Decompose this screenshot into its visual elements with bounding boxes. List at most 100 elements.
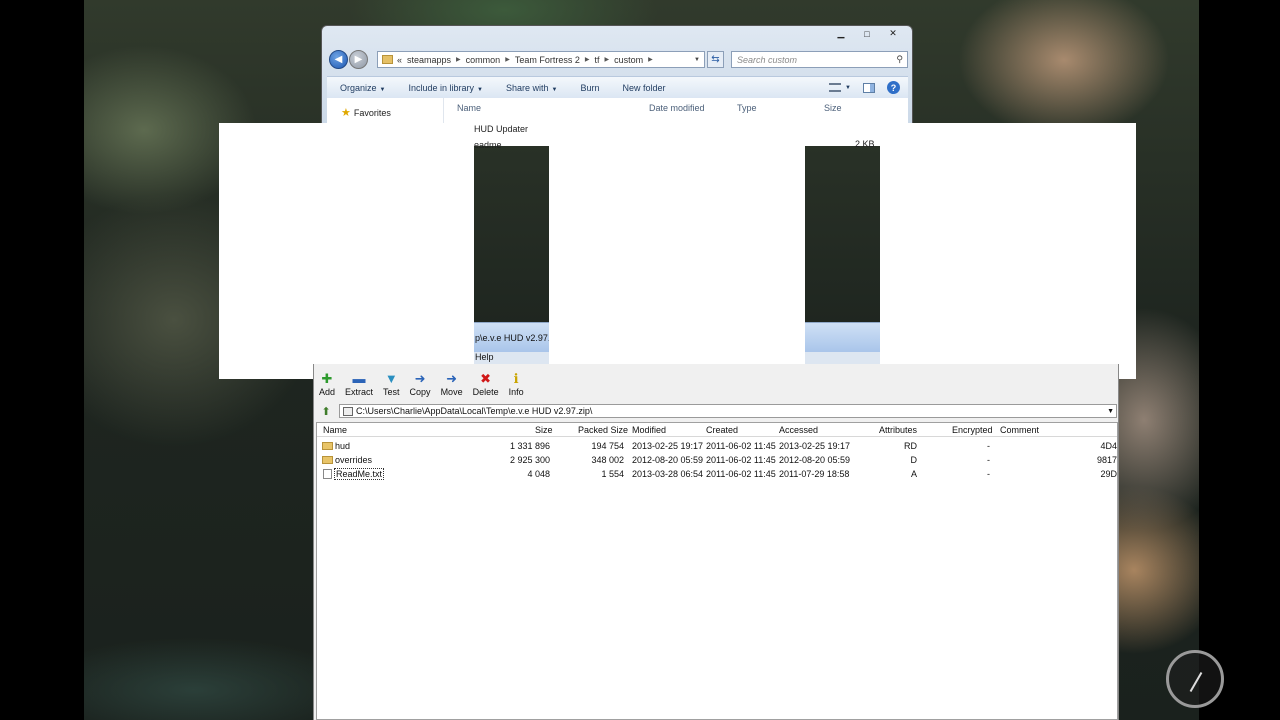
row-crc: 29D	[1100, 469, 1117, 479]
chevron-down-icon[interactable]: ▼	[845, 85, 851, 91]
chevron-right-icon[interactable]: ▶	[585, 56, 590, 63]
move-label: Move	[440, 387, 463, 397]
row-modified: 2013-03-28 06:54	[632, 469, 704, 479]
menu-help[interactable]: Help	[475, 352, 494, 362]
path-input[interactable]: C:\Users\Charlie\AppData\Local\Temp\e.v.…	[339, 404, 1117, 418]
column-created[interactable]: Created	[706, 425, 738, 435]
breadcrumb-steamapps[interactable]: steamapps	[407, 55, 451, 65]
move-button[interactable]: ➜ Move	[436, 364, 468, 398]
zip-menu-bar: Help	[474, 352, 550, 364]
breadcrumb-team-fortress-2[interactable]: Team Fortress 2	[515, 55, 580, 65]
row-created: 2011-06-02 11:45	[706, 441, 776, 451]
test-label: Test	[383, 387, 400, 397]
chevron-right-icon[interactable]: ▶	[505, 56, 510, 63]
include-in-library-button[interactable]: Include in library ▼	[408, 83, 482, 93]
row-size: 2 925 300	[509, 455, 550, 465]
close-button[interactable]: ✕	[880, 26, 906, 41]
search-icon[interactable]: ⚲	[896, 54, 903, 65]
column-type[interactable]: Type	[737, 103, 757, 113]
share-with-button[interactable]: Share with ▼	[506, 83, 557, 93]
archive-icon	[343, 406, 353, 416]
column-name[interactable]: Name	[323, 425, 347, 435]
row-encrypted: -	[987, 455, 990, 465]
file-readme-size: 2 KB	[855, 139, 875, 149]
column-modified[interactable]: Modified	[632, 425, 666, 435]
row-crc: 9817	[1096, 455, 1117, 465]
column-date-modified[interactable]: Date modified	[649, 103, 705, 113]
test-button[interactable]: ▼ Test	[378, 364, 405, 398]
test-icon: ▼	[384, 371, 398, 386]
row-encrypted: -	[987, 441, 990, 451]
table-row[interactable]: ReadMe.txt 4 048 1 554 2013-03-28 06:54 …	[317, 467, 1117, 481]
chevron-right-icon[interactable]: ▶	[604, 56, 609, 63]
folder-up-icon[interactable]: ⬆	[319, 405, 333, 418]
view-controls: ▼ ?	[829, 81, 908, 94]
row-attributes: RD	[904, 441, 917, 451]
column-encrypted[interactable]: Encrypted	[952, 425, 993, 435]
row-accessed: 2013-02-25 19:17	[779, 441, 851, 451]
row-modified: 2013-02-25 19:17	[632, 441, 704, 451]
maximize-button[interactable]: □	[854, 26, 880, 41]
view-options-icon[interactable]	[829, 83, 842, 92]
burn-button[interactable]: Burn	[580, 83, 599, 93]
zip-path-bar: ⬆ C:\Users\Charlie\AppData\Local\Temp\e.…	[319, 404, 1117, 418]
breadcrumb-custom[interactable]: custom	[614, 55, 643, 65]
breadcrumb-overflow[interactable]: «	[397, 55, 402, 65]
file-readme[interactable]: eadme	[474, 140, 502, 150]
table-row[interactable]: overrides 2 925 300 348 002 2012-08-20 0…	[317, 453, 1117, 467]
file-hud-updater[interactable]: HUD Updater	[474, 124, 528, 134]
help-icon[interactable]: ?	[887, 81, 900, 94]
row-packed-size: 194 754	[591, 441, 624, 451]
row-size: 1 331 896	[509, 441, 550, 451]
minimize-button[interactable]: ▁	[828, 26, 854, 41]
copy-button[interactable]: ➜ Copy	[405, 364, 436, 398]
star-icon: ★	[341, 107, 351, 119]
arrow-right-icon: ▶	[354, 54, 363, 65]
delete-button[interactable]: ✖ Delete	[468, 364, 504, 398]
zip-title-bar-right	[805, 322, 880, 352]
zip-menu-bar-right	[805, 352, 880, 364]
column-attributes[interactable]: Attributes	[879, 425, 917, 435]
preview-pane-icon[interactable]	[863, 82, 875, 93]
column-size[interactable]: Size	[824, 103, 842, 113]
zip-list-header: Name Size Packed Size Modified Created A…	[317, 423, 1117, 437]
favorites-item[interactable]: ★ Favorites	[341, 106, 391, 119]
address-bar[interactable]: « steamapps ▶ common ▶ Team Fortress 2 ▶ tf…	[377, 51, 705, 68]
info-label: Info	[508, 387, 524, 397]
search-input[interactable]: Search custom ⚲	[731, 51, 908, 68]
row-modified: 2012-08-20 05:59	[632, 455, 704, 465]
copy-icon: ➜	[414, 371, 426, 386]
organize-label: Organize	[340, 82, 377, 93]
row-accessed: 2012-08-20 05:59	[779, 455, 851, 465]
chevron-right-icon[interactable]: ▶	[456, 56, 461, 63]
breadcrumb-common[interactable]: common	[466, 55, 501, 65]
breadcrumb-tf[interactable]: tf	[594, 55, 599, 65]
path-value: C:\Users\Charlie\AppData\Local\Temp\e.v.…	[356, 406, 593, 416]
chevron-right-icon[interactable]: ▶	[648, 56, 653, 63]
explorer-command-bar: Organize ▼ Include in library ▼ Share with…	[327, 76, 908, 98]
column-comment[interactable]: Comment	[1000, 425, 1039, 435]
column-size[interactable]: Size	[535, 425, 553, 435]
row-accessed: 2011-07-29 18:58	[779, 469, 850, 479]
column-name[interactable]: Name	[457, 103, 481, 113]
column-packed-size[interactable]: Packed Size	[578, 425, 628, 435]
row-name: overrides	[335, 455, 373, 465]
column-accessed[interactable]: Accessed	[779, 425, 818, 435]
new-folder-button[interactable]: New folder	[622, 83, 665, 93]
delete-icon: ✖	[480, 371, 492, 386]
row-packed-size: 1 554	[601, 469, 624, 479]
clock-needle	[1189, 671, 1203, 693]
back-button[interactable]: ◀	[329, 50, 348, 69]
extract-button[interactable]: ▬ Extract	[340, 364, 378, 398]
chevron-down-icon[interactable]: ▼	[694, 57, 700, 63]
organize-button[interactable]: Organize ▼	[340, 83, 385, 93]
chevron-down-icon[interactable]: ▼	[1107, 408, 1114, 415]
forward-button[interactable]: ▶	[349, 50, 368, 69]
refresh-button[interactable]: ⇆	[707, 51, 724, 68]
add-button[interactable]: ✚ Add	[314, 364, 340, 398]
row-name: hud	[335, 441, 351, 451]
table-row[interactable]: hud 1 331 896 194 754 2013-02-25 19:17 2…	[317, 439, 1117, 453]
7zip-window: ✚ Add ▬ Extract ▼ Test ➜ Copy ➜ Move ✖ Delete …	[313, 364, 1119, 720]
info-button[interactable]: ℹ Info	[504, 364, 529, 398]
row-packed-size: 348 002	[591, 455, 624, 465]
